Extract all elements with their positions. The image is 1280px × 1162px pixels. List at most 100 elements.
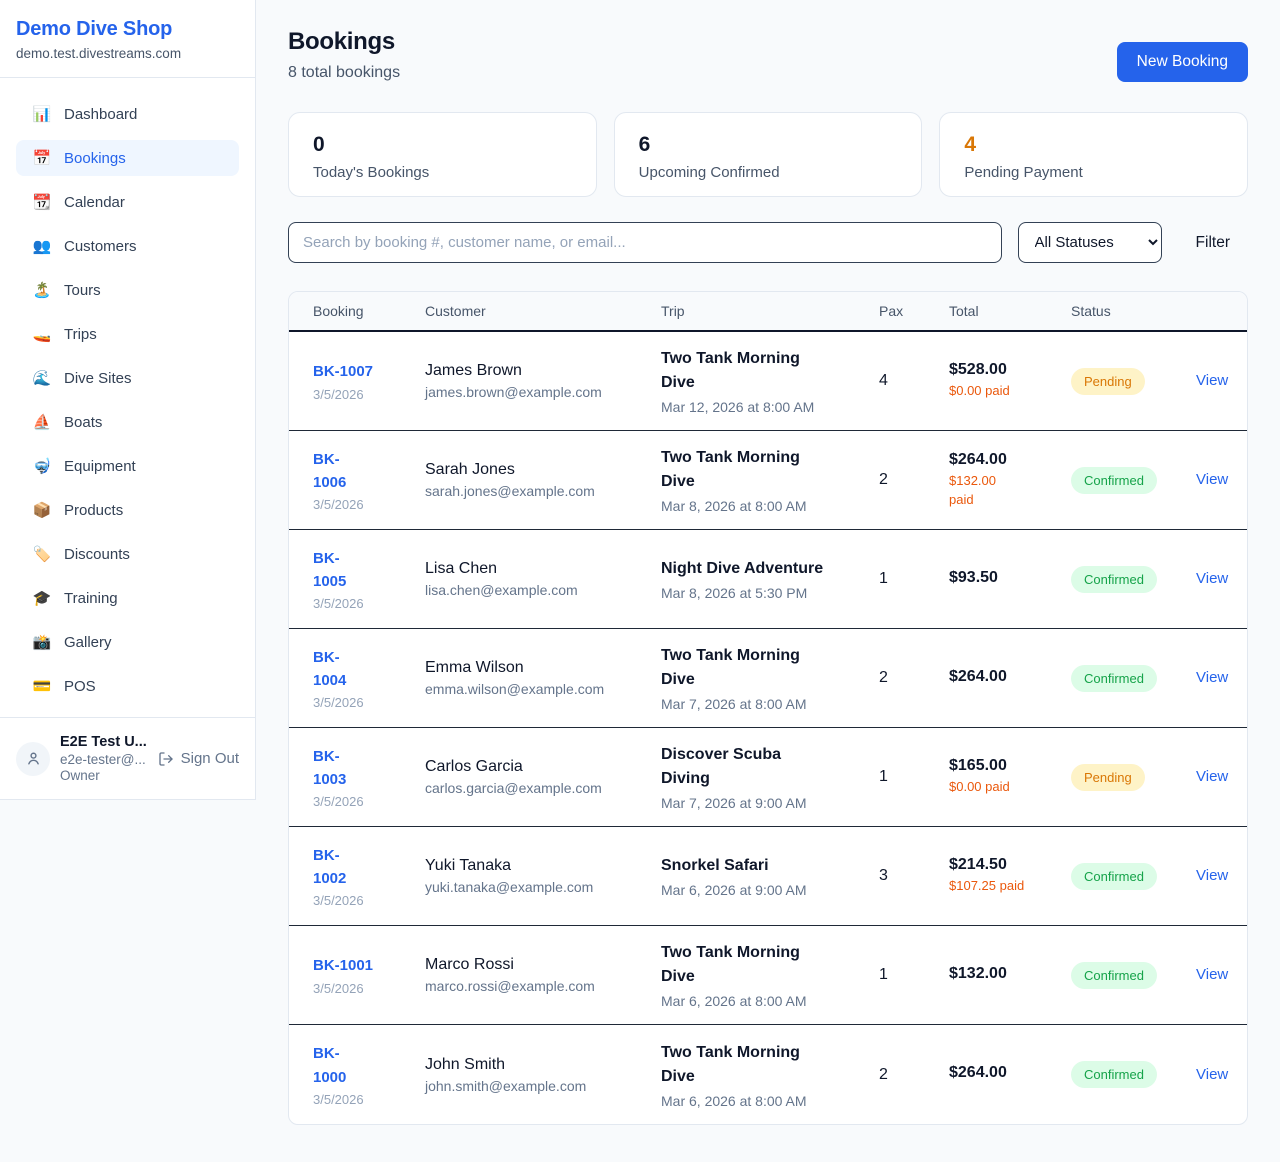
view-link[interactable]: View [1196,669,1228,686]
view-link[interactable]: View [1196,768,1228,785]
total-amount: $93.50 [949,569,1071,587]
sidebar-item-label: Tours [64,282,101,299]
booking-id-link[interactable]: BK- 1004 [313,646,425,693]
booking-date: 3/5/2026 [313,387,425,402]
total-cell: $214.50 $107.25 paid [949,856,1071,896]
shop-domain: demo.test.divestreams.com [16,46,239,61]
trip-datetime: Mar 12, 2026 at 8:00 AM [661,399,879,415]
paid-amount: $132.00 paid [949,472,1071,510]
booking-cell: BK- 1003 3/5/2026 [313,745,425,810]
sidebar-item[interactable]: 📦 Products [16,492,239,528]
stat-value: 4 [964,132,1223,157]
booking-id-link[interactable]: BK-1001 [313,954,425,977]
table-header-row: Booking Customer Trip Pax Total Status [289,292,1247,332]
customers-icon: 👥 [32,239,52,254]
booking-id-link[interactable]: BK- 1003 [313,745,425,792]
view-link[interactable]: View [1196,867,1228,884]
sidebar-item[interactable]: 🌊 Dive Sites [16,360,239,396]
customer-name: Yuki Tanaka [425,857,661,875]
bookings-table: Booking Customer Trip Pax Total Status B… [288,291,1248,1125]
paid-amount: $0.00 paid [949,778,1071,797]
trip-cell: Two Tank Morning Dive Mar 12, 2026 at 8:… [661,347,879,415]
status-badge: Confirmed [1071,962,1157,989]
sidebar-item-label: Equipment [64,458,136,475]
customer-email: emma.wilson@example.com [425,681,661,697]
bookings-icon: 📅 [32,151,52,166]
sidebar-item[interactable]: 🏷️ Discounts [16,536,239,572]
paid-amount: $107.25 paid [949,877,1071,896]
booking-date: 3/5/2026 [313,794,425,809]
sidebar-item[interactable]: 📆 Calendar [16,184,239,220]
status-badge: Pending [1071,368,1145,395]
gallery-icon: 📸 [32,635,52,650]
boats-icon: ⛵ [32,415,52,430]
view-link[interactable]: View [1196,471,1228,488]
customer-email: yuki.tanaka@example.com [425,879,661,895]
booking-id-link[interactable]: BK- 1005 [313,547,425,594]
person-icon [25,750,42,767]
sidebar-item[interactable]: 🎓 Training [16,580,239,616]
table-body: BK-1007 3/5/2026 James Brown james.brown… [289,332,1247,1124]
status-filter-select[interactable]: All Statuses [1018,222,1162,263]
sign-out-icon [158,751,174,767]
booking-date: 3/5/2026 [313,596,425,611]
dashboard-icon: 📊 [32,107,52,122]
view-link[interactable]: View [1196,966,1228,983]
status-badge: Confirmed [1071,1061,1157,1088]
sidebar-item[interactable]: 🏝️ Tours [16,272,239,308]
sign-out-label: Sign Out [181,750,239,767]
filter-button[interactable]: Filter [1178,226,1248,260]
status-badge: Confirmed [1071,665,1157,692]
sidebar-item[interactable]: 📅 Bookings [16,140,239,176]
brand: Demo Dive Shop demo.test.divestreams.com [0,0,255,78]
search-input[interactable] [288,222,1002,263]
sign-out-button[interactable]: Sign Out [158,750,239,767]
sidebar-item[interactable]: 📊 Dashboard [16,96,239,132]
pax-count: 1 [879,768,949,786]
trip-name: Two Tank Morning Dive [661,446,879,494]
sidebar-item[interactable]: 🤿 Equipment [16,448,239,484]
booking-id-link[interactable]: BK-1007 [313,360,425,383]
sidebar-item-label: Customers [64,238,137,255]
booking-id-link[interactable]: BK- 1000 [313,1042,425,1089]
customer-name: Carlos Garcia [425,758,661,776]
booking-cell: BK- 1006 3/5/2026 [313,448,425,513]
sidebar-item-label: Trips [64,326,97,343]
new-booking-button[interactable]: New Booking [1117,42,1248,82]
customer-name: John Smith [425,1056,661,1074]
user-meta: E2E Test U... e2e-tester@... Owner [60,734,148,783]
tours-icon: 🏝️ [32,283,52,298]
total-cell: $264.00 $132.00 paid [949,451,1071,510]
trip-cell: Two Tank Morning Dive Mar 6, 2026 at 8:0… [661,1041,879,1109]
bookings-page: { "sidebar": { "brand": { "name": "Demo … [0,0,1280,1162]
total-amount: $165.00 [949,757,1071,775]
view-link[interactable]: View [1196,1066,1228,1083]
sidebar-item-label: Training [64,590,118,607]
view-link[interactable]: View [1196,570,1228,587]
sidebar-item[interactable]: 💳 POS [16,668,239,704]
stat-card-upcoming-confirmed: 6 Upcoming Confirmed [614,112,923,197]
status-cell: Confirmed [1071,665,1196,692]
user-role: Owner [60,768,148,783]
sidebar-item[interactable]: 📸 Gallery [16,624,239,660]
trips-icon: 🚤 [32,327,52,342]
booking-cell: BK- 1004 3/5/2026 [313,646,425,711]
trip-name: Two Tank Morning Dive [661,644,879,692]
discounts-icon: 🏷️ [32,547,52,562]
sidebar-item[interactable]: ⛵ Boats [16,404,239,440]
customer-name: Sarah Jones [425,461,661,479]
sidebar-item[interactable]: 🚤 Trips [16,316,239,352]
actions-cell: View [1196,471,1228,489]
trip-datetime: Mar 7, 2026 at 9:00 AM [661,795,879,811]
booking-id-link[interactable]: BK- 1002 [313,844,425,891]
column-header-total: Total [949,303,1071,319]
table-row: BK- 1004 3/5/2026 Emma Wilson emma.wilso… [289,629,1247,728]
customer-email: marco.rossi@example.com [425,978,661,994]
booking-date: 3/5/2026 [313,497,425,512]
sidebar-nav: 📊 Dashboard 📅 Bookings 📆 Calendar 👥 Cust… [0,78,255,712]
view-link[interactable]: View [1196,372,1228,389]
sidebar-item[interactable]: 👥 Customers [16,228,239,264]
booking-id-link[interactable]: BK- 1006 [313,448,425,495]
user-name: E2E Test U... [60,734,148,750]
trip-name: Two Tank Morning Dive [661,347,879,395]
